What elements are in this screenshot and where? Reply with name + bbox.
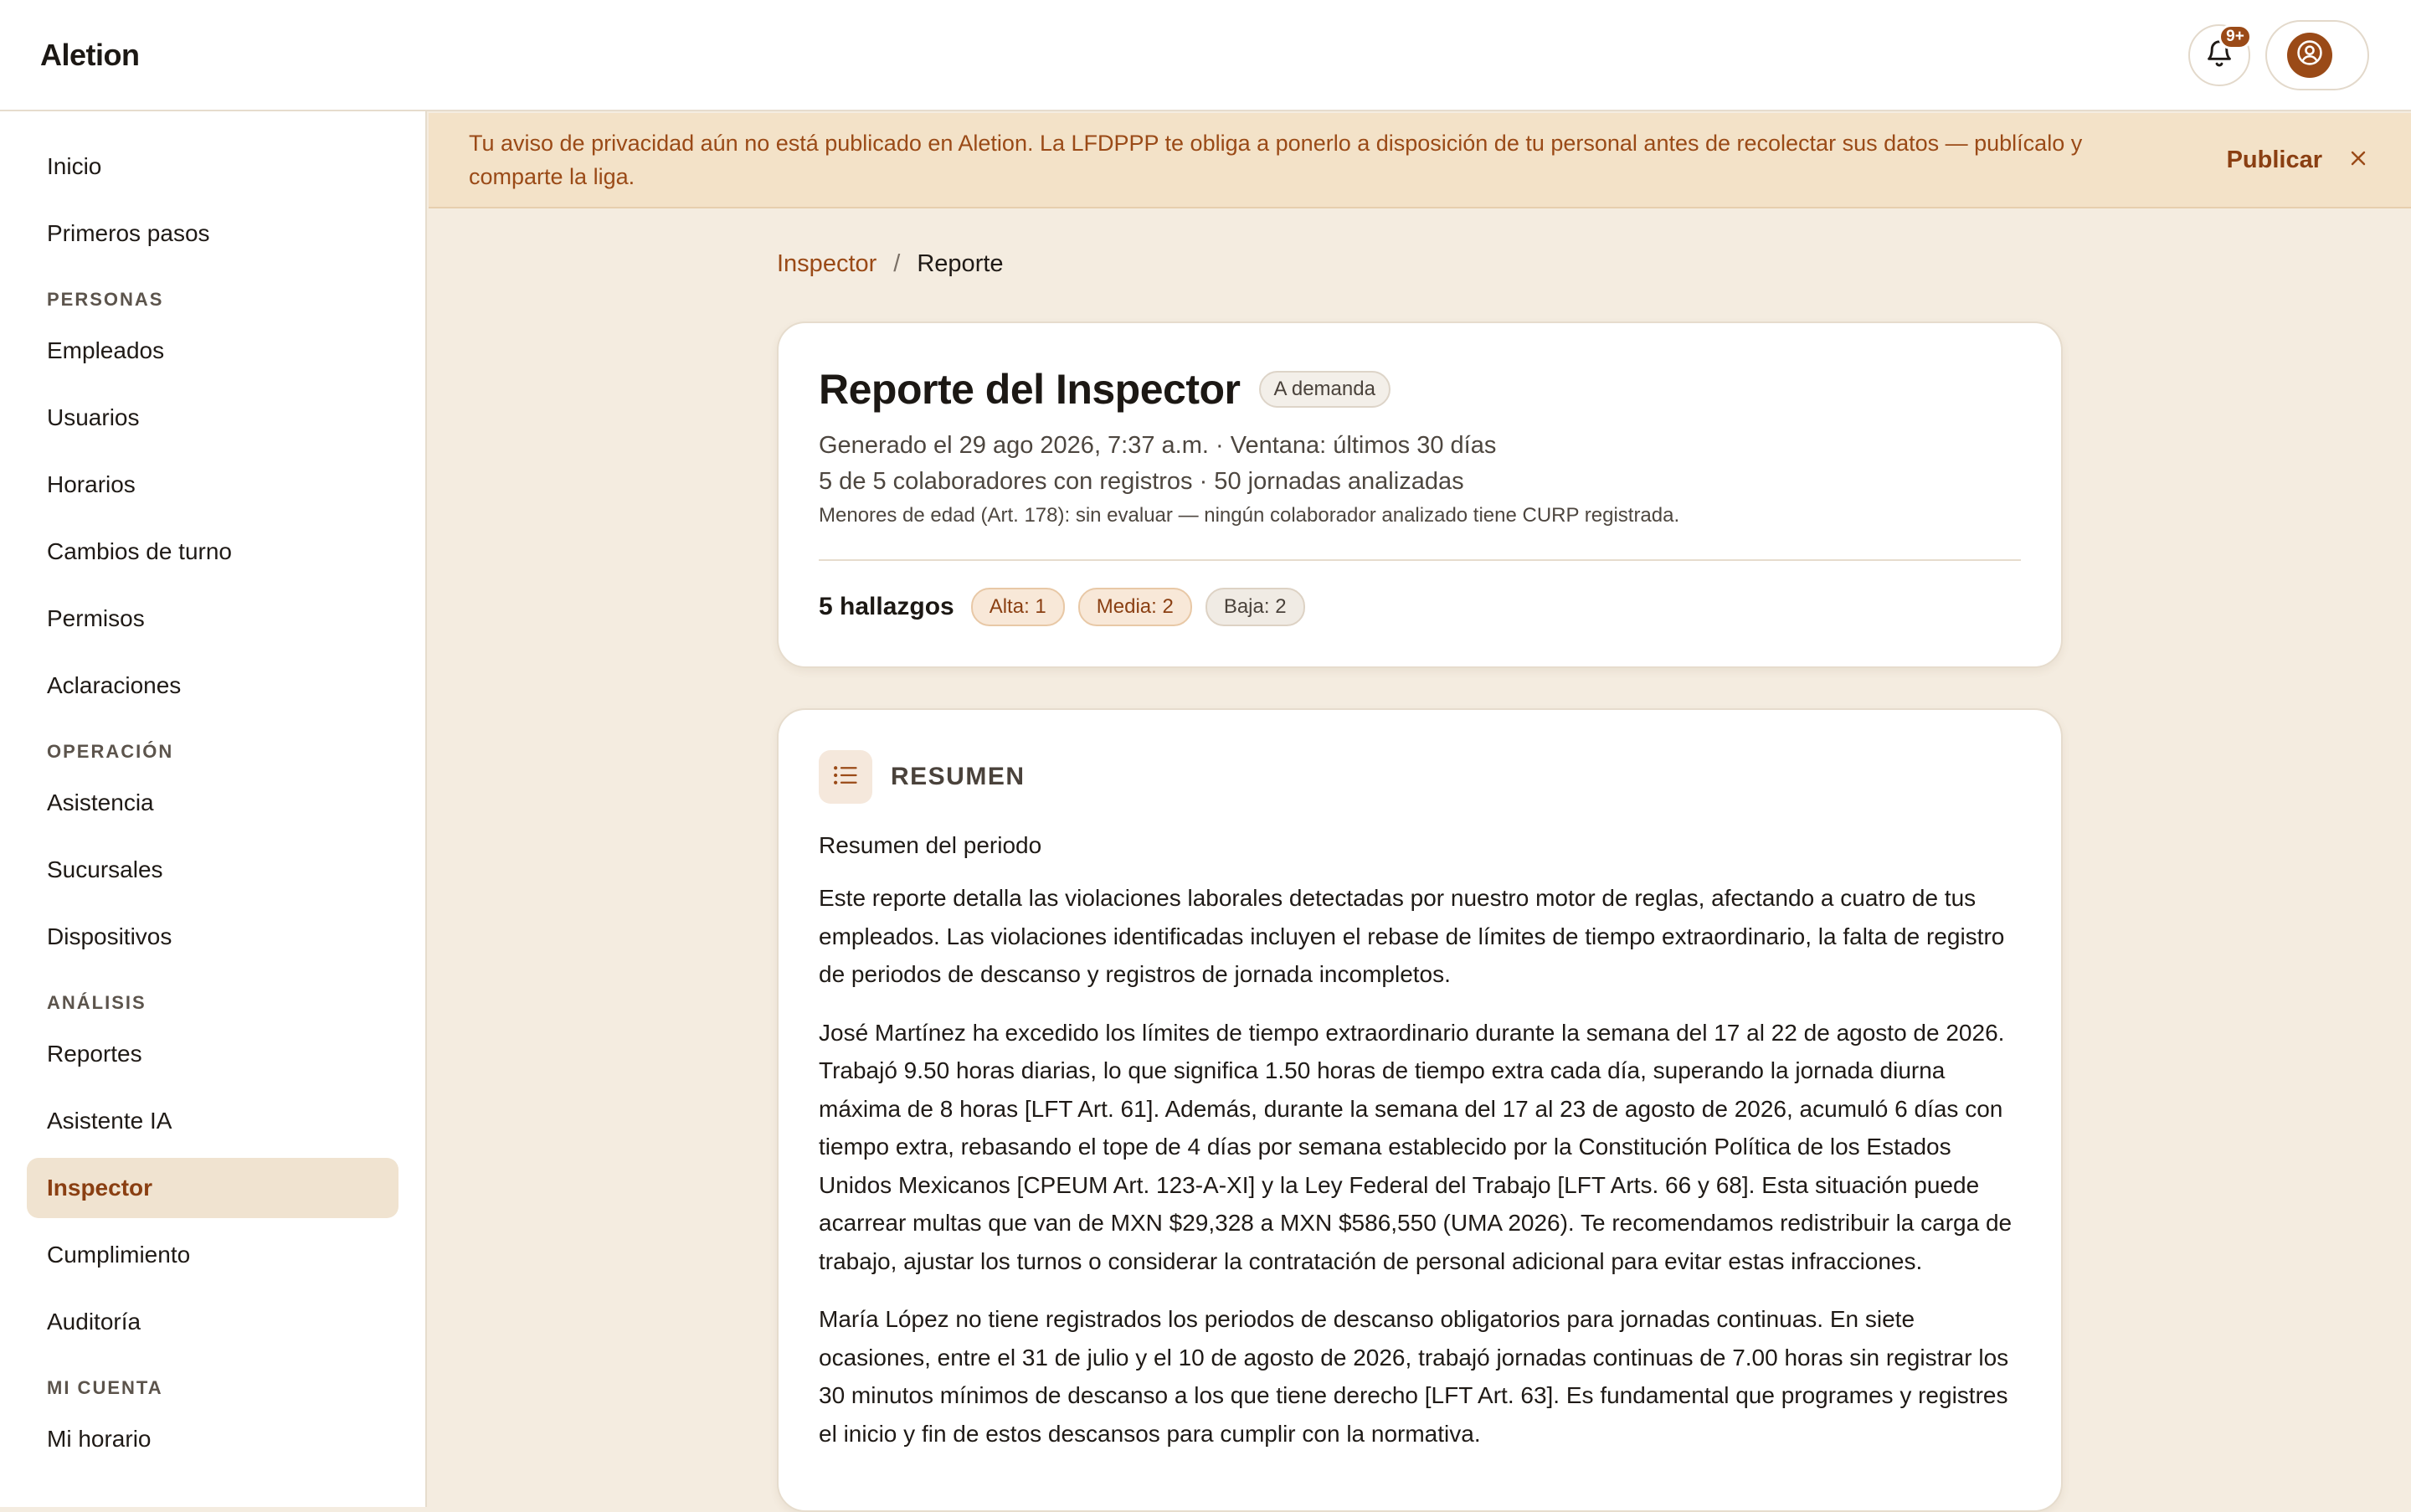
top-bar: Aletion 9+	[0, 0, 2411, 111]
sidebar-item-auditoria[interactable]: Auditoría	[27, 1292, 398, 1352]
sidebar: Inicio Primeros pasos PERSONAS Empleados…	[0, 111, 427, 1507]
banner-close-button[interactable]	[2346, 147, 2371, 172]
breadcrumb-link-inspector[interactable]: Inspector	[777, 250, 876, 278]
sidebar-section-analisis: ANÁLISIS	[47, 992, 147, 1013]
avatar	[2287, 32, 2332, 78]
sidebar-item-asistente-ia[interactable]: Asistente IA	[27, 1091, 398, 1151]
user-menu-button[interactable]	[2265, 19, 2369, 90]
banner-message: Tu aviso de privacidad aún no está publi…	[469, 131, 2083, 189]
brand-logo[interactable]: Aletion	[40, 38, 140, 73]
report-header-card: Reporte del Inspector A demanda Generado…	[777, 321, 2063, 668]
main-content: Inspector / Reporte Reporte del Inspecto…	[777, 243, 2063, 1512]
top-actions: 9+	[2188, 19, 2369, 90]
close-icon	[2348, 148, 2368, 172]
severity-pill-alta[interactable]: Alta: 1	[970, 588, 1065, 626]
severity-pill-baja[interactable]: Baja: 2	[1205, 588, 1305, 626]
findings-count: 5 hallazgos	[819, 593, 954, 620]
sidebar-item-permisos[interactable]: Permisos	[27, 589, 398, 649]
breadcrumb: Inspector / Reporte	[777, 243, 2063, 285]
sidebar-item-primeros-pasos[interactable]: Primeros pasos	[27, 203, 398, 264]
sidebar-item-empleados[interactable]: Empleados	[27, 321, 398, 381]
list-icon	[833, 764, 858, 790]
sidebar-item-sucursales[interactable]: Sucursales	[27, 840, 398, 900]
summary-paragraph: José Martínez ha excedido los límites de…	[819, 1019, 2013, 1274]
findings-row: 5 hallazgos Alta: 1 Media: 2 Baja: 2	[819, 588, 2021, 626]
sidebar-item-asistencia[interactable]: Asistencia	[27, 773, 398, 833]
divider	[819, 559, 2021, 561]
notifications-badge: 9+	[2218, 23, 2252, 49]
sidebar-item-inicio[interactable]: Inicio	[27, 136, 398, 197]
summary-icon-box	[819, 750, 872, 804]
sidebar-section-operacion: OPERACIÓN	[47, 741, 174, 762]
summary-paragraph: María López no tiene registrados los per…	[819, 1306, 2009, 1447]
sidebar-item-reportes[interactable]: Reportes	[27, 1024, 398, 1084]
sidebar-item-cumplimiento[interactable]: Cumplimiento	[27, 1225, 398, 1285]
sidebar-item-inspector[interactable]: Inspector	[27, 1158, 398, 1218]
report-type-badge: A demanda	[1258, 371, 1391, 408]
sidebar-item-aclaraciones[interactable]: Aclaraciones	[27, 656, 398, 716]
privacy-banner: Tu aviso de privacidad aún no está publi…	[429, 113, 2411, 208]
report-scope: 5 de 5 colaboradores con registros · 50 …	[819, 468, 1464, 495]
sidebar-item-cambios-de-turno[interactable]: Cambios de turno	[27, 522, 398, 582]
report-minors-note: Menores de edad (Art. 178): sin evaluar …	[819, 504, 1680, 527]
sidebar-item-mi-horario[interactable]: Mi horario	[27, 1409, 398, 1469]
severity-pill-media[interactable]: Media: 2	[1077, 588, 1192, 626]
summary-subtitle: Resumen del periodo	[819, 832, 1042, 858]
summary-header: RESUMEN	[819, 750, 2021, 804]
sidebar-section-mi-cuenta: MI CUENTA	[47, 1377, 163, 1398]
summary-card: RESUMEN Resumen del periodo Este reporte…	[777, 708, 2063, 1512]
publish-button[interactable]: Publicar	[2227, 147, 2322, 174]
page-title: Reporte del Inspector	[819, 366, 1241, 413]
breadcrumb-current: Reporte	[917, 249, 1004, 277]
sidebar-item-usuarios[interactable]: Usuarios	[27, 388, 398, 448]
report-title-row: Reporte del Inspector A demanda	[819, 365, 2021, 414]
sidebar-item-horarios[interactable]: Horarios	[27, 455, 398, 515]
sidebar-section-personas: PERSONAS	[47, 289, 164, 310]
report-generated: Generado el 29 ago 2026, 7:37 a.m. · Ven…	[819, 432, 1497, 459]
summary-title: RESUMEN	[891, 763, 1026, 790]
breadcrumb-separator: /	[893, 249, 901, 277]
summary-paragraph: Este reporte detalla las violaciones lab…	[819, 885, 2005, 987]
notifications-button[interactable]: 9+	[2188, 23, 2252, 86]
user-icon	[2295, 39, 2324, 71]
sidebar-item-dispositivos[interactable]: Dispositivos	[27, 907, 398, 967]
